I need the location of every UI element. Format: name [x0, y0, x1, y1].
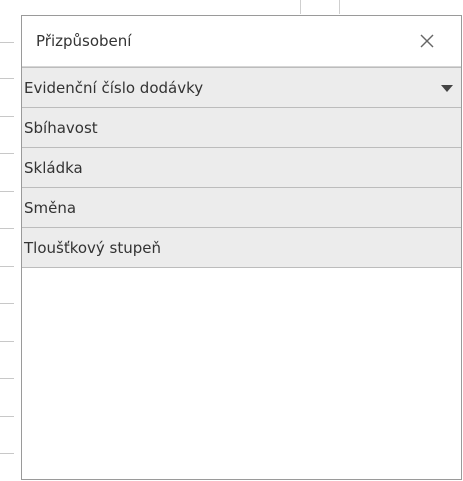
grid-line: [0, 116, 14, 117]
chevron-down-icon[interactable]: [441, 84, 453, 92]
field-item-tloustkovy-stupen[interactable]: Tloušťkový stupeň: [22, 228, 461, 268]
grid-line: [0, 416, 14, 417]
grid-line: [0, 453, 14, 454]
field-label: Evidenční číslo dodávky: [24, 78, 204, 97]
background-grid-edge: [0, 0, 22, 481]
field-item-skladka[interactable]: Skládka: [22, 148, 461, 188]
close-icon: [420, 34, 434, 48]
field-label: Skládka: [24, 158, 83, 177]
field-label: Tloušťkový stupeň: [24, 238, 162, 257]
field-item-smena[interactable]: Směna: [22, 188, 461, 228]
field-item-sbihavost[interactable]: Sbíhavost: [22, 108, 461, 148]
field-list: Evidenční číslo dodávky Sbíhavost Skládk…: [22, 67, 461, 268]
panel-header: Přizpůsobení: [22, 16, 461, 67]
background-column-edge: [300, 0, 340, 14]
customization-panel: Přizpůsobení Evidenční číslo dodávky Sbí…: [21, 15, 462, 480]
panel-title: Přizpůsobení: [36, 32, 132, 50]
field-label: Sbíhavost: [24, 118, 98, 137]
grid-line: [0, 153, 14, 154]
grid-line: [0, 378, 14, 379]
grid-line: [0, 303, 14, 304]
close-button[interactable]: [415, 29, 439, 53]
grid-line: [0, 266, 14, 267]
grid-line: [0, 42, 14, 43]
grid-line: [0, 341, 14, 342]
field-label: Směna: [24, 198, 77, 217]
field-item-evidencni-cislo-dodavky[interactable]: Evidenční číslo dodávky: [22, 67, 461, 108]
grid-line: [0, 191, 14, 192]
grid-line: [0, 78, 14, 79]
grid-line: [0, 228, 14, 229]
